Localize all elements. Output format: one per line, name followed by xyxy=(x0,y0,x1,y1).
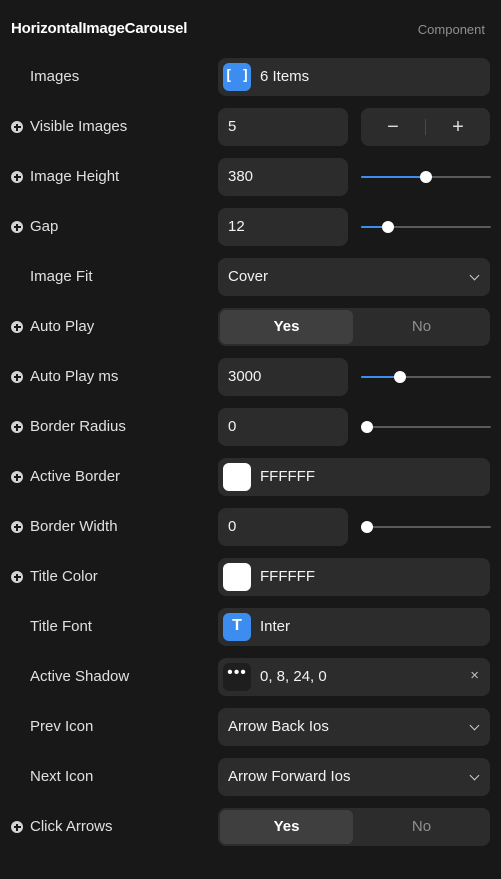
active-border-color-field[interactable]: FFFFFF xyxy=(218,458,490,496)
auto-play-yes-option[interactable]: Yes xyxy=(220,310,353,344)
prop-row-active-shadow: Active Shadow ••• 0, 8, 24, 0 × xyxy=(0,658,501,696)
prop-label: Active Border xyxy=(30,468,121,485)
slider-fill xyxy=(361,176,426,178)
images-array-field[interactable]: [ ] 6 Items xyxy=(218,58,490,96)
prop-label: Images xyxy=(30,68,80,85)
prop-row-gap: Gap 12 xyxy=(0,208,501,246)
prop-label: Active Shadow xyxy=(30,668,130,685)
click-arrows-toggle: Yes No xyxy=(218,808,490,846)
chevron-down-icon xyxy=(469,770,480,781)
close-icon[interactable]: × xyxy=(470,667,479,684)
color-swatch[interactable] xyxy=(223,463,251,491)
add-variable-icon[interactable] xyxy=(11,121,23,133)
auto-play-toggle: Yes No xyxy=(218,308,490,346)
prop-row-image-height: Image Height 380 xyxy=(0,158,501,196)
slider-fill xyxy=(361,226,385,228)
image-height-slider[interactable] xyxy=(361,158,491,196)
more-icon[interactable]: ••• xyxy=(223,663,251,691)
increment-button[interactable]: + xyxy=(426,114,490,140)
prop-label: Title Color xyxy=(30,568,98,585)
prop-row-auto-play: Auto Play Yes No xyxy=(0,308,501,346)
component-title: HorizontalImageCarousel xyxy=(11,20,188,37)
add-variable-icon[interactable] xyxy=(11,221,23,233)
prop-row-click-arrows: Click Arrows Yes No xyxy=(0,808,501,846)
chevron-down-icon xyxy=(469,720,480,731)
add-variable-icon[interactable] xyxy=(11,421,23,433)
gap-input[interactable]: 12 xyxy=(218,208,348,246)
prop-label: Title Font xyxy=(30,618,92,635)
slider-handle[interactable] xyxy=(361,521,373,533)
panel-header: HorizontalImageCarousel Component xyxy=(0,0,501,56)
visible-images-input[interactable]: 5 xyxy=(218,108,348,146)
border-radius-input[interactable]: 0 xyxy=(218,408,348,446)
active-shadow-field[interactable]: ••• 0, 8, 24, 0 × xyxy=(218,658,490,696)
prop-row-images: Images [ ] 6 Items xyxy=(0,58,501,96)
chevron-down-icon xyxy=(469,270,480,281)
images-count: 6 Items xyxy=(260,68,310,85)
prop-row-prev-icon: Prev Icon Arrow Back Ios xyxy=(0,708,501,746)
click-arrows-yes-option[interactable]: Yes xyxy=(220,810,353,844)
prop-row-active-border: Active Border FFFFFF xyxy=(0,458,501,496)
add-variable-icon[interactable] xyxy=(11,371,23,383)
prop-label: Next Icon xyxy=(30,768,94,785)
image-fit-select[interactable]: Cover xyxy=(218,258,490,296)
prop-label: Border Radius xyxy=(30,418,126,435)
add-variable-icon[interactable] xyxy=(11,171,23,183)
prop-row-border-radius: Border Radius 0 xyxy=(0,408,501,446)
prop-row-border-width: Border Width 0 xyxy=(0,508,501,546)
prop-label: Image Height xyxy=(30,168,120,185)
auto-play-ms-input[interactable]: 3000 xyxy=(218,358,348,396)
prop-label: Gap xyxy=(30,218,59,235)
prop-row-next-icon: Next Icon Arrow Forward Ios xyxy=(0,758,501,796)
slider-track xyxy=(361,526,491,528)
border-radius-slider[interactable] xyxy=(361,408,491,446)
prop-row-visible-images: Visible Images 5 − + xyxy=(0,108,501,146)
decrement-button[interactable]: − xyxy=(361,114,425,140)
prop-label: Auto Play ms xyxy=(30,368,119,385)
title-font-field[interactable]: T Inter xyxy=(218,608,490,646)
slider-fill xyxy=(361,376,398,378)
prop-row-title-color: Title Color FFFFFF xyxy=(0,558,501,596)
border-width-slider[interactable] xyxy=(361,508,491,546)
prop-row-auto-play-ms: Auto Play ms 3000 xyxy=(0,358,501,396)
add-variable-icon[interactable] xyxy=(11,321,23,333)
prop-row-image-fit: Image Fit Cover xyxy=(0,258,501,296)
add-variable-icon[interactable] xyxy=(11,821,23,833)
slider-handle[interactable] xyxy=(420,171,432,183)
array-icon: [ ] xyxy=(223,63,251,91)
prop-row-title-font: Title Font T Inter xyxy=(0,608,501,646)
add-variable-icon[interactable] xyxy=(11,521,23,533)
title-color-field[interactable]: FFFFFF xyxy=(218,558,490,596)
add-variable-icon[interactable] xyxy=(11,571,23,583)
add-variable-icon[interactable] xyxy=(11,471,23,483)
gap-slider[interactable] xyxy=(361,208,491,246)
prop-label: Border Width xyxy=(30,518,118,535)
component-type-label: Component xyxy=(417,22,485,37)
prop-label: Image Fit xyxy=(30,268,93,285)
slider-track xyxy=(361,426,491,428)
prop-label: Auto Play xyxy=(30,318,95,335)
click-arrows-no-option[interactable]: No xyxy=(355,810,488,844)
auto-play-no-option[interactable]: No xyxy=(355,310,488,344)
color-swatch[interactable] xyxy=(223,563,251,591)
image-height-input[interactable]: 380 xyxy=(218,158,348,196)
slider-handle[interactable] xyxy=(361,421,373,433)
prop-label: Prev Icon xyxy=(30,718,94,735)
prop-label: Click Arrows xyxy=(30,818,113,835)
slider-handle[interactable] xyxy=(382,221,395,233)
visible-images-stepper: − + xyxy=(361,108,490,146)
auto-play-ms-slider[interactable] xyxy=(361,358,491,396)
slider-handle[interactable] xyxy=(394,371,407,383)
prop-label: Visible Images xyxy=(30,118,128,135)
font-icon: T xyxy=(223,613,251,641)
border-width-input[interactable]: 0 xyxy=(218,508,348,546)
next-icon-select[interactable]: Arrow Forward Ios xyxy=(218,758,490,796)
prev-icon-select[interactable]: Arrow Back Ios xyxy=(218,708,490,746)
